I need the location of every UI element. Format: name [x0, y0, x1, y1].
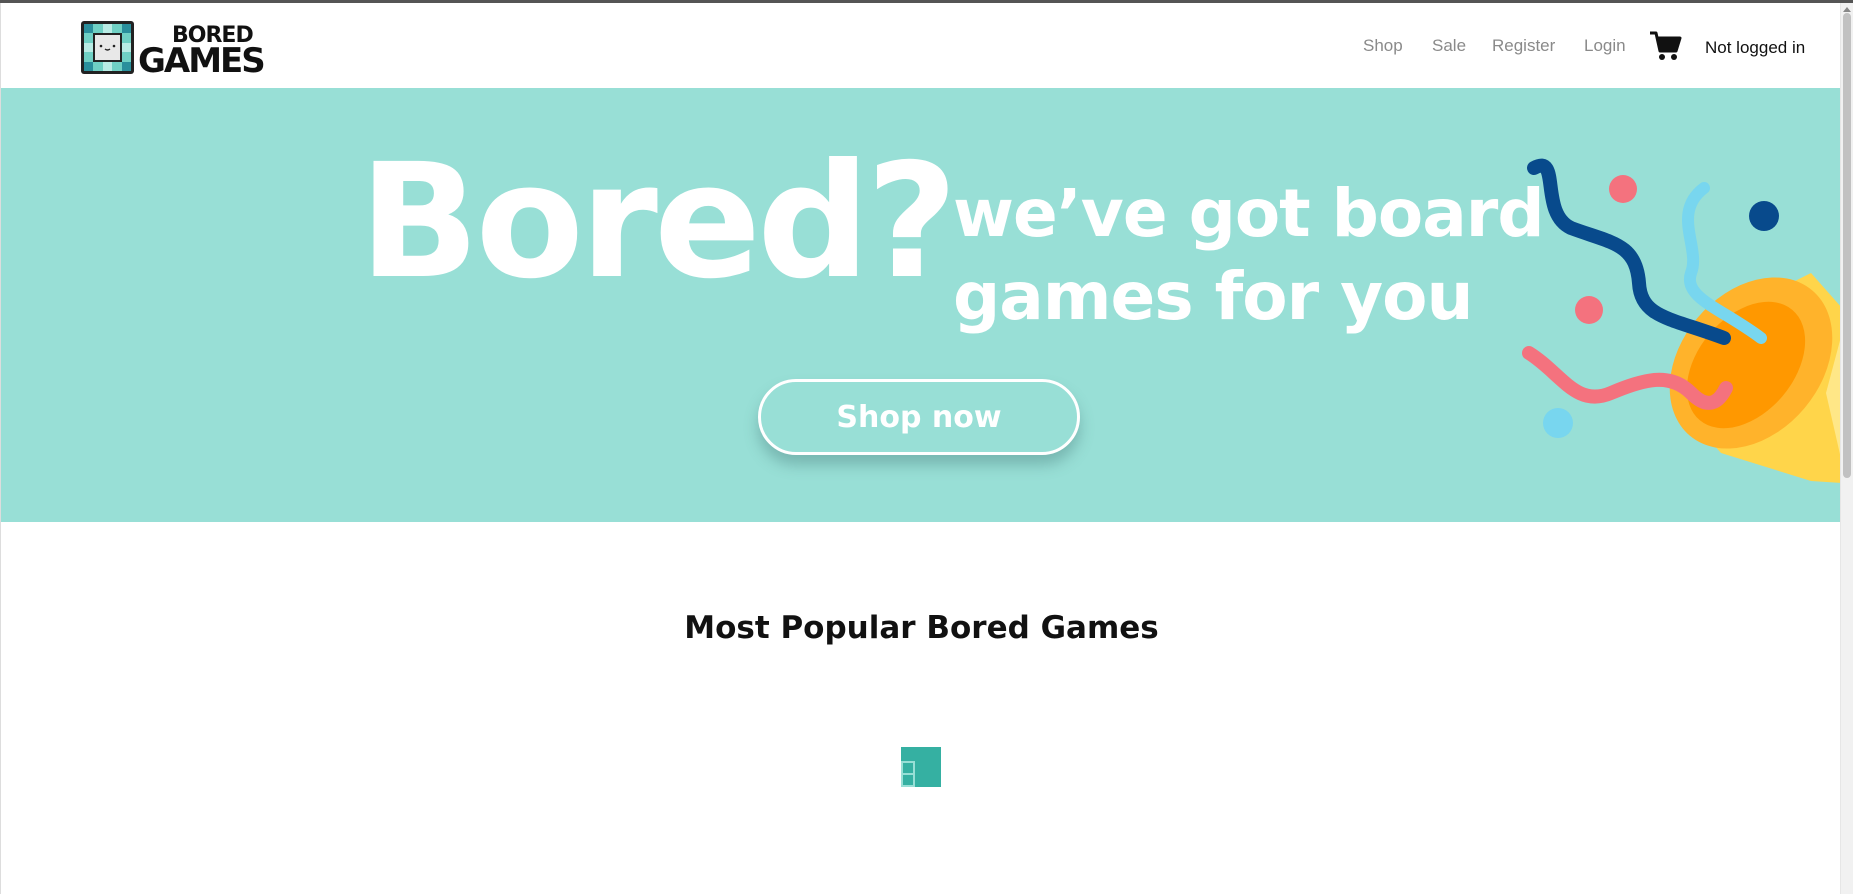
- scrollbar-thumb[interactable]: [1843, 13, 1851, 478]
- logo-wordmark-bottom: GAMES: [138, 41, 264, 75]
- page: BORED GAMES Shop Sale Register Login Not…: [0, 3, 1842, 894]
- nav-link-login[interactable]: Login: [1584, 36, 1626, 56]
- nav-link-register[interactable]: Register: [1492, 36, 1555, 56]
- vertical-scrollbar[interactable]: [1840, 3, 1853, 894]
- hero-banner: Bored? we’ve got board games for you Sho…: [1, 88, 1842, 522]
- party-popper-illustration: [1522, 158, 1842, 483]
- loading-squares-icon: [901, 747, 941, 787]
- hero-subline-1: we’ve got board: [953, 175, 1545, 252]
- user-status: Not logged in: [1705, 38, 1806, 57]
- popular-games-title: Most Popular Bored Games: [684, 610, 1159, 646]
- hero-headline: Bored?: [359, 130, 958, 314]
- nav-link-sale[interactable]: Sale: [1432, 36, 1466, 56]
- board-icon: [81, 21, 134, 74]
- cart-icon[interactable]: [1649, 30, 1682, 62]
- navbar: BORED GAMES Shop Sale Register Login Not…: [1, 3, 1842, 88]
- bored-games-logo[interactable]: BORED GAMES: [80, 20, 276, 75]
- scroll-up-arrow-icon[interactable]: [1843, 7, 1851, 12]
- shop-now-button[interactable]: Shop now: [758, 379, 1080, 455]
- hero-subline-2: games for you: [953, 258, 1474, 335]
- nav-link-shop[interactable]: Shop: [1363, 36, 1403, 56]
